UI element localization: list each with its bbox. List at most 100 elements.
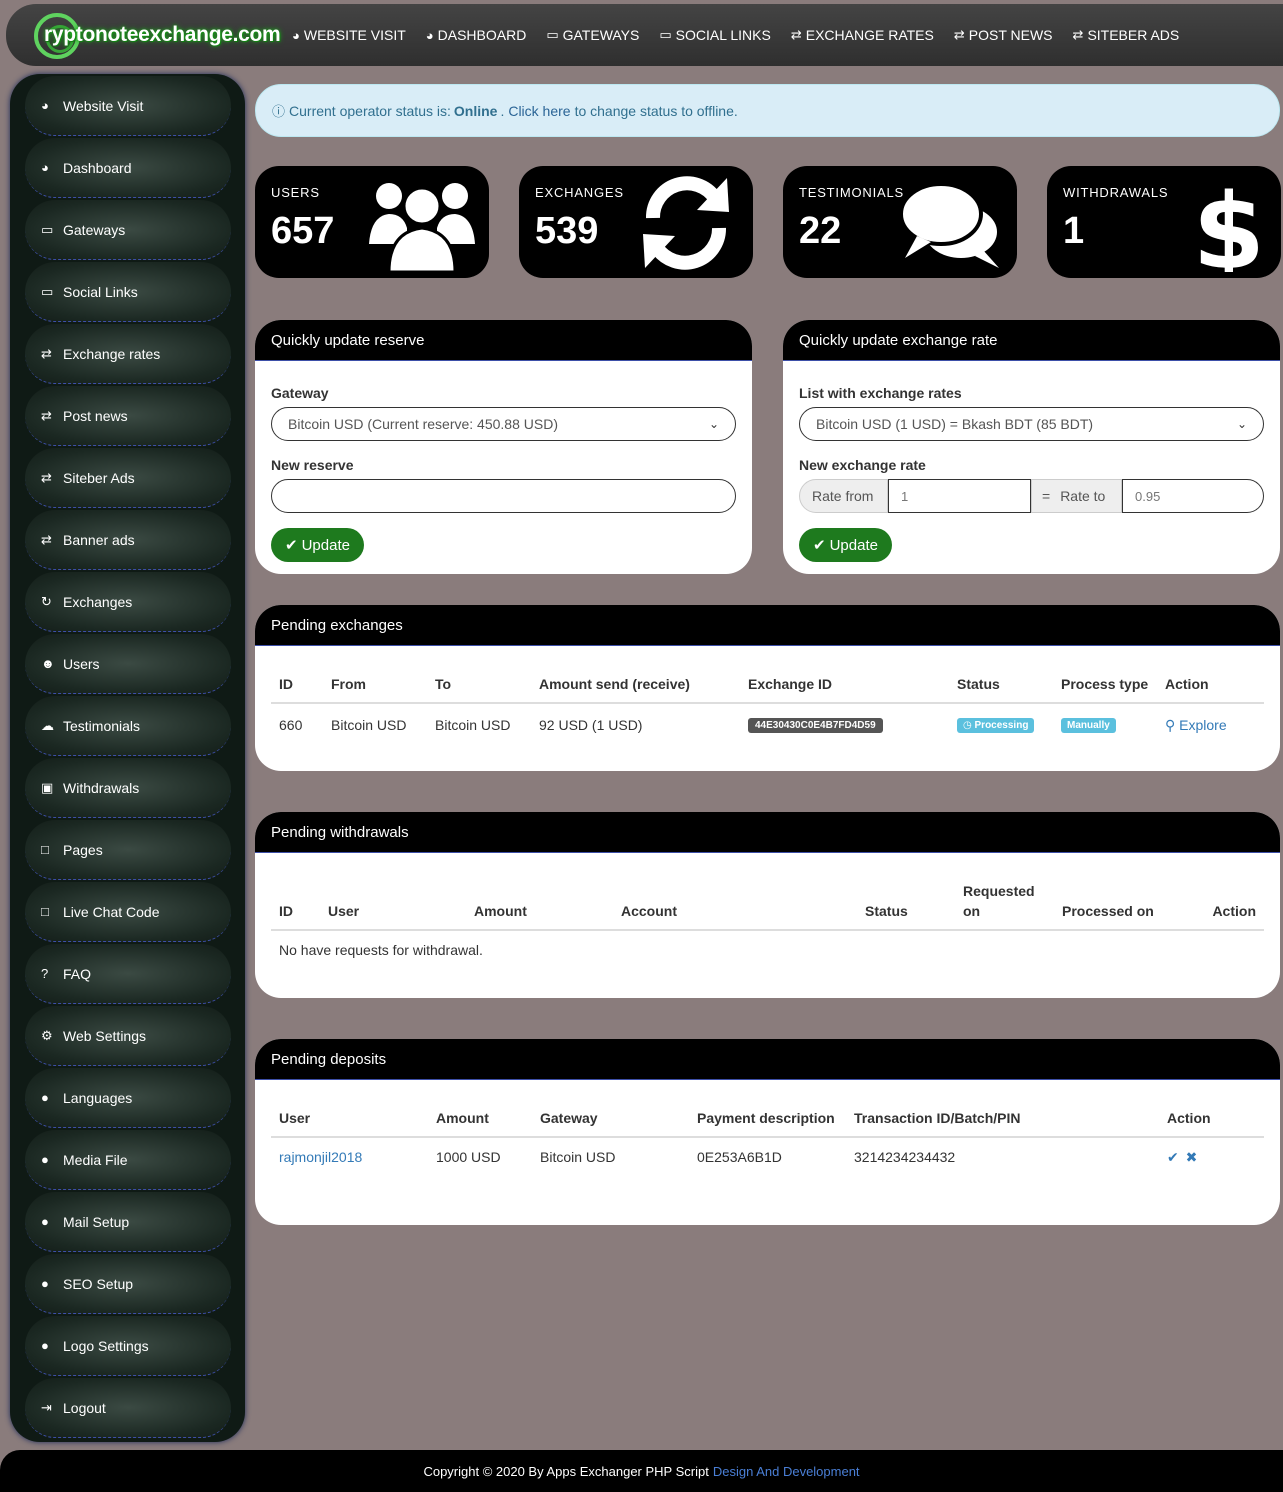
svg-text:$: $	[1193, 172, 1265, 272]
approve-check-icon[interactable]: ✔	[1167, 1149, 1179, 1165]
sidebar-item-faq[interactable]: ? FAQ	[25, 944, 231, 1004]
reserve-panel: Quickly update reserve Gateway Bitcoin U…	[255, 320, 752, 574]
sidebar-item-languages[interactable]: ● Languages	[25, 1068, 231, 1128]
sidebar-item-label: Media File	[63, 1151, 128, 1168]
table-header-row: ID User Amount Account Status Requested on Pro…	[271, 873, 1264, 931]
rate-to-input[interactable]: 0.95	[1122, 479, 1264, 513]
topnav-item-dashboard[interactable]: ◕ DASHBOARD	[426, 27, 527, 43]
sidebar-item-media-file[interactable]: ● Media File	[25, 1130, 231, 1190]
gateway-select[interactable]: Bitcoin USD (Current reserve: 450.88 USD…	[271, 407, 736, 441]
table-row: No have requests for withdrawal.	[271, 930, 1264, 969]
sidebar-item-website-visit[interactable]: ◕ Website Visit	[25, 76, 231, 136]
sidebar-item-live-chat-code[interactable]: □ Live Chat Code	[25, 882, 231, 942]
exchange-icon: ⇄	[790, 27, 802, 42]
sidebar-item-seo-setup[interactable]: ● SEO Setup	[25, 1254, 231, 1314]
cell-from: Bitcoin USD	[331, 716, 407, 733]
alert-suffix: to change status to offline.	[574, 102, 738, 119]
update-rate-button[interactable]: ✔ Update	[799, 528, 892, 562]
stat-label: TESTIMONIALS	[799, 185, 904, 200]
signout-icon: ⇥	[41, 1399, 52, 1415]
panel-title: Pending exchanges	[255, 605, 1280, 646]
new-reserve-input[interactable]	[271, 479, 736, 513]
alert-prefix: Current operator status is:	[289, 102, 451, 119]
clock-icon: ◷	[963, 720, 975, 731]
rate-list-select[interactable]: Bitcoin USD (1 USD) = Bkash BDT (85 BDT)…	[799, 407, 1264, 441]
sidebar-item-users[interactable]: ☻ Users	[25, 634, 231, 694]
new-reserve-label: New reserve	[271, 457, 354, 473]
sidebar-item-post-news[interactable]: ⇄ Post news	[25, 386, 231, 446]
card-icon: ▭	[659, 27, 672, 42]
stat-value: 539	[535, 210, 599, 252]
change-status-link[interactable]: Click here	[508, 103, 570, 119]
globe-icon: ●	[41, 1214, 49, 1229]
topnav-item-exchange-rates[interactable]: ⇄ EXCHANGE RATES	[791, 27, 934, 43]
footer-link[interactable]: Design And Development	[713, 1464, 860, 1479]
topnav-item-siteber-ads[interactable]: ⇄ SITEBER ADS	[1073, 27, 1180, 43]
topnav-item-website-visit[interactable]: ◕ WEBSITE VISIT	[292, 27, 406, 43]
cell-transaction: 3214234234432	[854, 1149, 956, 1165]
sidebar-item-pages[interactable]: □ Pages	[25, 820, 231, 880]
column-header: User	[320, 873, 466, 931]
reject-times-icon[interactable]: ✖	[1186, 1149, 1198, 1165]
stat-card-exchanges: EXCHANGES 539	[519, 166, 753, 278]
topnav-item-post-news[interactable]: ⇄ POST NEWS	[954, 27, 1053, 43]
sidebar-item-withdrawals[interactable]: ▣ Withdrawals	[25, 758, 231, 818]
money-icon: ▣	[41, 779, 54, 795]
column-header: Status	[949, 666, 1053, 704]
rate-from-input[interactable]: 1	[888, 479, 1031, 513]
card-icon: ▭	[41, 283, 54, 299]
stat-value: 22	[799, 210, 842, 252]
rate-panel: Quickly update exchange rate List with e…	[783, 320, 1280, 574]
stat-card-users: USERS 657	[255, 166, 489, 278]
sidebar-item-label: Siteber Ads	[63, 469, 135, 486]
topnav-item-gateways[interactable]: ▭ GATEWAYS	[546, 27, 639, 43]
sidebar-item-exchange-rates[interactable]: ⇄ Exchange rates	[25, 324, 231, 384]
sidebar-item-logout[interactable]: ⇥ Logout	[25, 1378, 231, 1438]
sidebar-item-siteber-ads[interactable]: ⇄ Siteber Ads	[25, 448, 231, 508]
sidebar-item-social-links[interactable]: ▭ Social Links	[25, 262, 231, 322]
cell-amount: 92 USD (1 USD)	[539, 716, 643, 733]
panel-title: Quickly update reserve	[255, 320, 752, 361]
sidebar-item-label: Users	[63, 655, 100, 672]
explore-link[interactable]: ⚲ Explore	[1165, 717, 1227, 733]
pending-deposits-table: User Amount Gateway Payment description Tran…	[271, 1100, 1264, 1176]
footer: Copyright © 2020 By Apps Exchanger PHP S…	[0, 1450, 1283, 1492]
column-header: Action	[1157, 666, 1264, 704]
column-header: Action	[1159, 1100, 1264, 1138]
dollar-icon: $	[1193, 172, 1265, 272]
rate-to-addon: = Rate to	[1031, 479, 1122, 513]
user-link[interactable]: rajmonjil2018	[279, 1149, 362, 1165]
stat-label: USERS	[271, 185, 320, 200]
sidebar-item-label: Logout	[63, 1399, 106, 1416]
column-header: Transaction ID/Batch/PIN	[846, 1100, 1159, 1138]
sidebar-item-web-settings[interactable]: ⚙ Web Settings	[25, 1006, 231, 1066]
cell-id: 660	[279, 716, 303, 733]
gears-icon: ⚙	[41, 1027, 53, 1043]
sidebar-item-exchanges[interactable]: ↻ Exchanges	[25, 572, 231, 632]
stat-value: 657	[271, 210, 335, 252]
sidebar-item-gateways[interactable]: ▭ Gateways	[25, 200, 231, 260]
folder-icon: □	[41, 842, 49, 857]
sidebar-item-banner-ads[interactable]: ⇄ Banner ads	[25, 510, 231, 570]
sidebar-item-label: Pages	[63, 841, 103, 858]
sidebar-item-label: Banner ads	[63, 531, 135, 548]
exchange-icon: ⇄	[953, 27, 965, 42]
table-header-row: User Amount Gateway Payment description Tran…	[271, 1100, 1264, 1138]
dashboard-icon: ◕	[41, 98, 49, 113]
column-header: Account	[613, 873, 857, 931]
comments-icon: ☁	[41, 717, 54, 733]
sidebar-item-dashboard[interactable]: ◕ Dashboard	[25, 138, 231, 198]
sidebar-item-testimonials[interactable]: ☁ Testimonials	[25, 696, 231, 756]
exchange-icon: ⇄	[41, 345, 52, 361]
brand-logo[interactable]: ryptonoteexchange.com	[34, 11, 281, 59]
status-badge: ◷ Processing	[957, 718, 1035, 733]
update-reserve-button[interactable]: ✔ Update	[271, 528, 364, 562]
sidebar-item-mail-setup[interactable]: ● Mail Setup	[25, 1192, 231, 1252]
process-type-badge: Manually	[1061, 718, 1116, 733]
pending-deposits-panel: Pending deposits User Amount Gateway Paymen…	[255, 1039, 1280, 1225]
sidebar-item-logo-settings[interactable]: ● Logo Settings	[25, 1316, 231, 1376]
sidebar-item-label: Logo Settings	[63, 1337, 149, 1354]
topnav-item-social-links[interactable]: ▭ SOCIAL LINKS	[659, 27, 770, 43]
pending-withdrawals-panel: Pending withdrawals ID User Amount Account S…	[255, 812, 1280, 998]
brand-name: ryptonoteexchange.com	[44, 23, 281, 46]
